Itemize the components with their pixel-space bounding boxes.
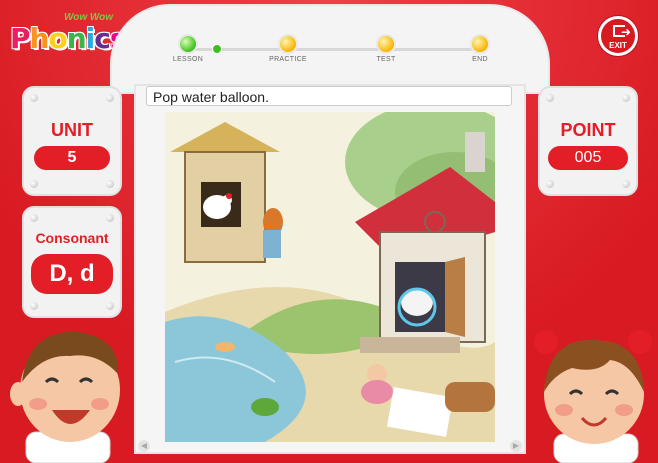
unit-panel: UNIT 5 — [22, 86, 122, 196]
step-label: END — [472, 56, 488, 63]
screw — [30, 94, 38, 102]
screw — [622, 94, 630, 102]
boy-svg — [10, 331, 120, 463]
lesson-illustration[interactable] — [165, 112, 495, 442]
screw — [30, 214, 38, 222]
girl-character — [532, 322, 658, 463]
step-label: TEST — [376, 56, 396, 63]
step-lesson[interactable]: LESSON — [158, 34, 218, 63]
consonant-value: D, d — [31, 254, 113, 294]
unit-title: UNIT — [51, 120, 93, 140]
point-panel: POINT 005 — [538, 86, 638, 196]
screw — [30, 180, 38, 188]
scene-svg — [165, 112, 495, 442]
step-dot — [278, 34, 298, 54]
logo-title: Phonics — [10, 22, 127, 55]
screw — [106, 94, 114, 102]
step-label: PRACTICE — [269, 56, 307, 63]
screw — [30, 302, 38, 310]
step-end[interactable]: END — [450, 34, 510, 63]
screw — [106, 214, 114, 222]
exit-label: EXIT — [609, 41, 627, 50]
point-title: POINT — [560, 120, 616, 140]
step-test[interactable]: TEST — [356, 34, 416, 63]
boy-character — [8, 322, 128, 463]
unit-value: 5 — [34, 146, 110, 170]
screw — [546, 94, 554, 102]
screw — [546, 180, 554, 188]
progress-track — [188, 48, 480, 51]
step-dot — [470, 34, 490, 54]
screw — [622, 180, 630, 188]
lesson-caption: Pop water balloon. — [146, 86, 512, 106]
consonant-title: Consonant — [35, 230, 109, 246]
point-value: 005 — [548, 146, 628, 170]
step-label: LESSON — [172, 56, 204, 63]
phonics-logo: Wow Wow Phonics — [6, 8, 127, 58]
step-dot — [178, 34, 198, 54]
screw — [106, 180, 114, 188]
screw — [106, 302, 114, 310]
exit-arrow-icon: ➜ — [621, 25, 632, 39]
next-arrow-icon[interactable]: ▶ — [510, 440, 522, 452]
step-dot — [376, 34, 396, 54]
prev-arrow-icon[interactable]: ◀ — [138, 440, 150, 452]
consonant-panel: Consonant D, d — [22, 206, 122, 318]
girl-svg — [534, 330, 652, 463]
exit-button[interactable]: ➜ EXIT — [598, 16, 638, 56]
step-practice[interactable]: PRACTICE — [258, 34, 318, 63]
